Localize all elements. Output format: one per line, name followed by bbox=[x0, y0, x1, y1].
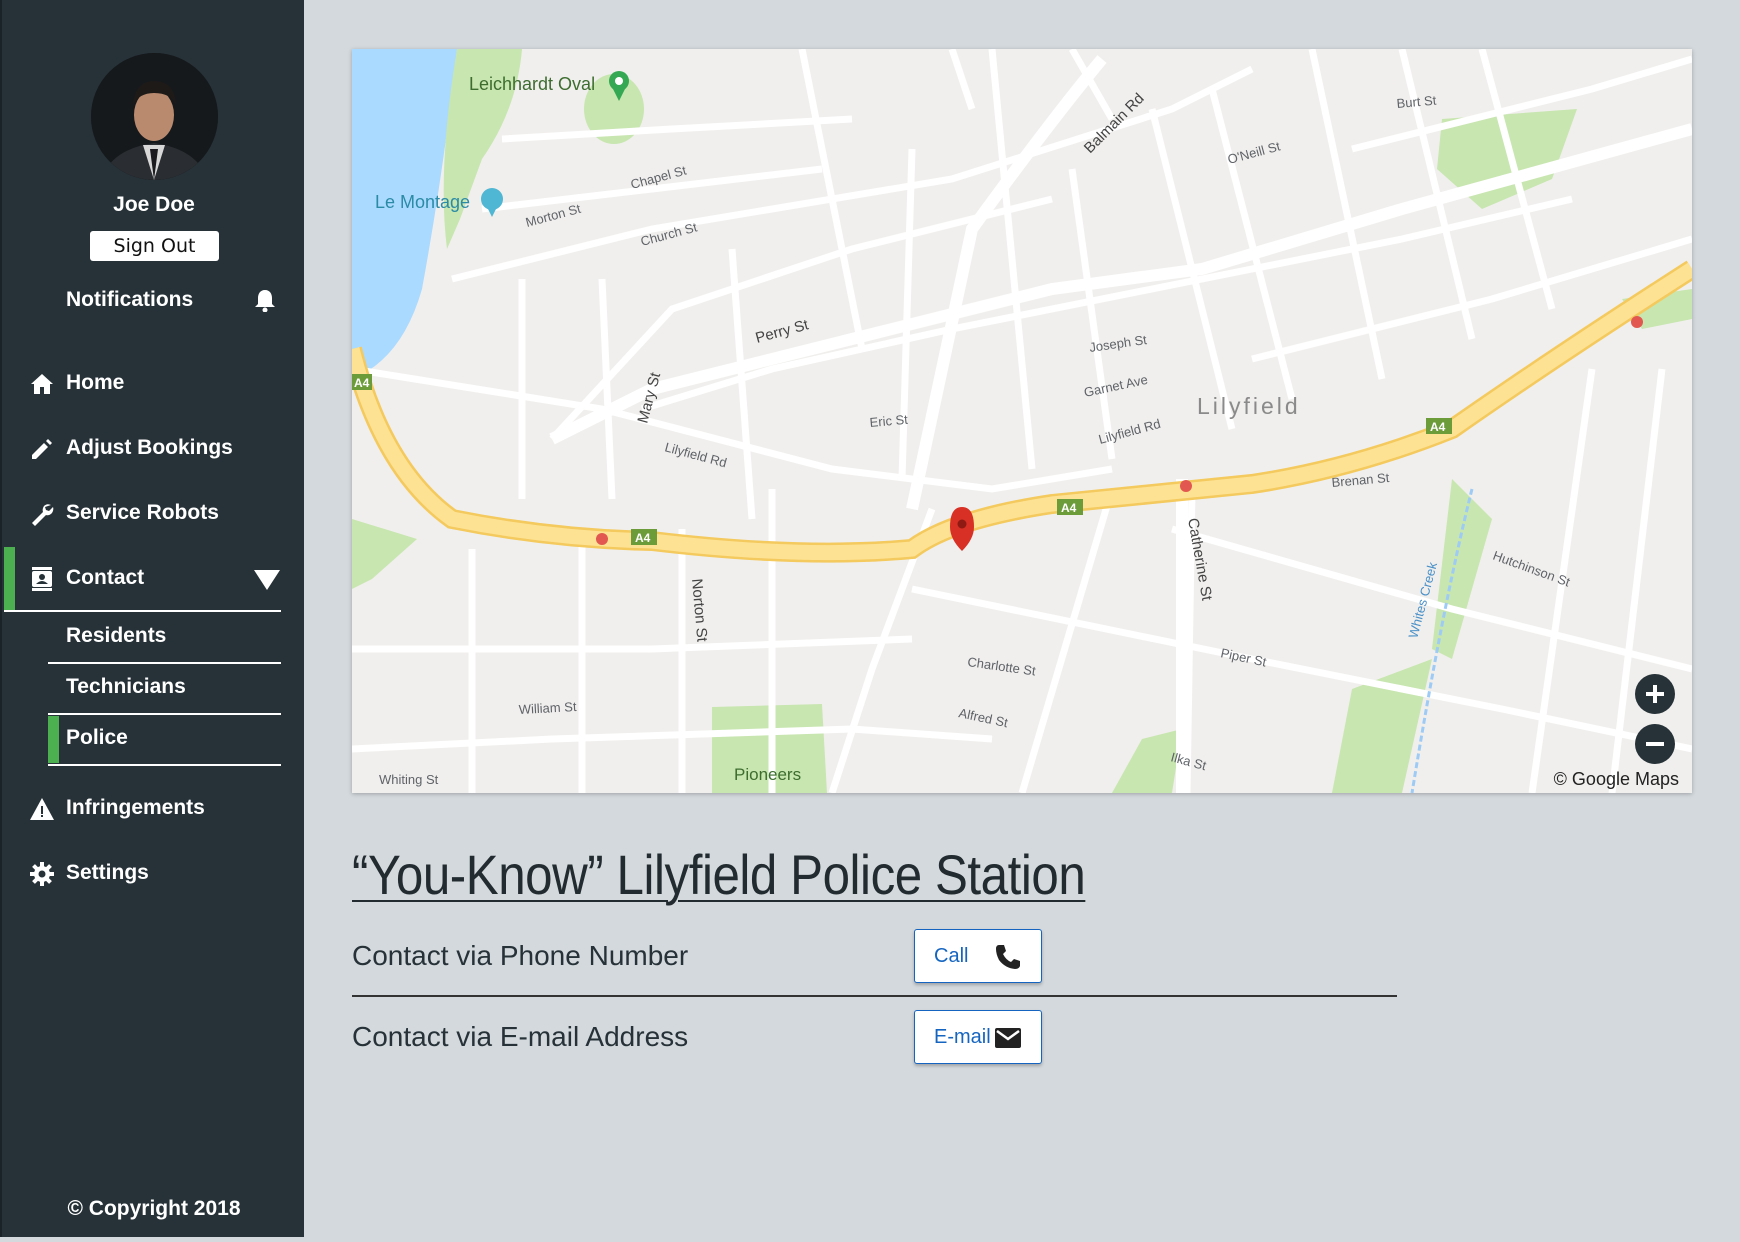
road-shield: A4 bbox=[1061, 501, 1077, 515]
nav-label-service-robots: Service Robots bbox=[66, 501, 219, 524]
sub-item-technicians[interactable]: Technicians bbox=[48, 663, 281, 715]
road-shield: A4 bbox=[1430, 420, 1446, 434]
avatar[interactable] bbox=[91, 53, 218, 180]
sub-label-residents: Residents bbox=[66, 624, 167, 647]
email-button[interactable]: E-mail bbox=[914, 1010, 1042, 1064]
email-contact-label: Contact via E-mail Address bbox=[352, 1021, 689, 1052]
zoom-in-button[interactable] bbox=[1635, 674, 1675, 714]
phone-contact-label: Contact via Phone Number bbox=[352, 940, 689, 971]
transit-marker-icon bbox=[1631, 316, 1643, 328]
sidebar: Joe Doe Sign Out Notifications Home Adju… bbox=[0, 0, 304, 1237]
user-name: Joe Doe bbox=[113, 193, 195, 216]
nav-item-infringements[interactable]: Infringements bbox=[2, 784, 306, 834]
map-label: William St bbox=[518, 699, 577, 717]
divider bbox=[352, 995, 1397, 997]
wrench-icon bbox=[29, 501, 55, 527]
phone-icon bbox=[993, 942, 1023, 978]
sub-item-police[interactable]: Police bbox=[48, 714, 281, 766]
zoom-out-button[interactable] bbox=[1635, 724, 1675, 764]
minus-icon bbox=[1646, 742, 1664, 746]
nav-item-contact[interactable]: Contact bbox=[2, 554, 306, 604]
copyright: © Copyright 2018 bbox=[67, 1197, 241, 1220]
road-shield: A4 bbox=[635, 531, 651, 545]
nav-item-settings[interactable]: Settings bbox=[2, 849, 306, 899]
notifications-link[interactable]: Notifications bbox=[66, 288, 193, 312]
map-label: Leichhardt Oval bbox=[469, 74, 595, 94]
email-button-label: E-mail bbox=[934, 1026, 991, 1048]
chevron-down-icon[interactable] bbox=[254, 570, 280, 590]
home-icon bbox=[29, 371, 55, 397]
map-label: Whiting St bbox=[379, 772, 439, 787]
transit-marker-icon bbox=[1180, 480, 1192, 492]
plus-icon bbox=[1646, 685, 1664, 703]
sign-out-button[interactable]: Sign Out bbox=[90, 231, 219, 261]
transit-marker-icon bbox=[596, 533, 608, 545]
map-label: Le Montage bbox=[375, 192, 470, 212]
nav-item-service-robots[interactable]: Service Robots bbox=[2, 489, 306, 539]
contact-icon bbox=[29, 566, 55, 592]
nav-label-contact: Contact bbox=[66, 566, 145, 589]
gear-icon bbox=[29, 861, 55, 887]
map-label: Lilyfield bbox=[1197, 393, 1301, 419]
nav-label-adjust-bookings: Adjust Bookings bbox=[66, 436, 233, 459]
map[interactable]: A4 A4 A4 A4 Leichhardt Oval Le Montage L… bbox=[352, 49, 1692, 793]
page-title: “You-Know” Lilyfield Police Station bbox=[352, 843, 1086, 906]
map-label: Pioneers bbox=[734, 765, 801, 784]
warning-icon bbox=[29, 796, 55, 822]
road-shield: A4 bbox=[354, 376, 370, 390]
nav-item-adjust-bookings[interactable]: Adjust Bookings bbox=[2, 424, 306, 474]
mail-icon bbox=[993, 1023, 1023, 1059]
sub-label-police: Police bbox=[66, 726, 128, 749]
nav-item-home[interactable]: Home bbox=[2, 359, 306, 409]
sub-item-residents[interactable]: Residents bbox=[48, 612, 281, 664]
pencil-icon bbox=[29, 436, 55, 462]
call-button[interactable]: Call bbox=[914, 929, 1042, 983]
bell-icon[interactable] bbox=[254, 288, 276, 317]
call-button-label: Call bbox=[934, 945, 969, 967]
nav-label-settings: Settings bbox=[66, 861, 149, 884]
nav-label-infringements: Infringements bbox=[66, 796, 205, 819]
nav-label-home: Home bbox=[66, 371, 125, 394]
map-attribution: © Google Maps bbox=[1553, 769, 1679, 789]
sub-label-technicians: Technicians bbox=[66, 675, 186, 698]
